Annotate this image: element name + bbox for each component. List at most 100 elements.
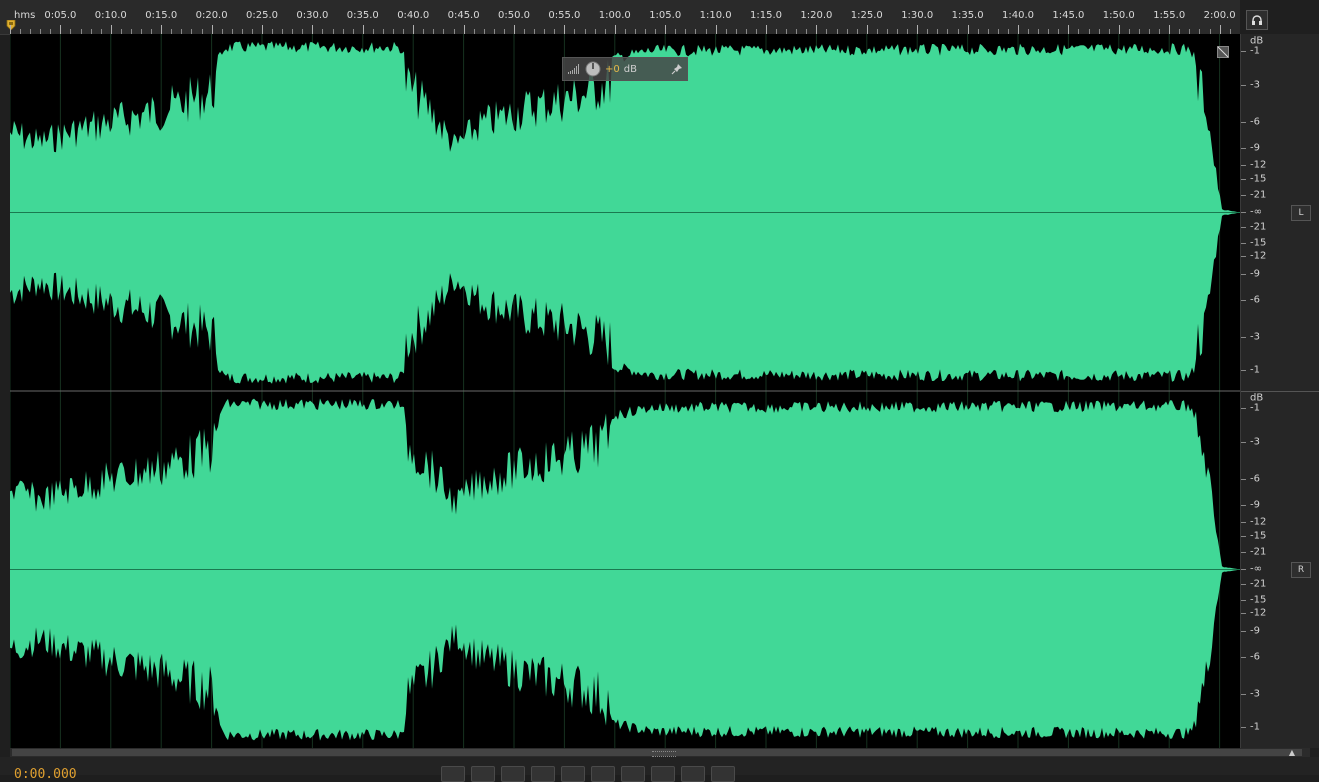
db-scale-label-right: -12	[1250, 607, 1267, 619]
db-scale-tick	[1241, 179, 1246, 180]
time-ruler[interactable]: hms 0:05.0 0:10.0 0:15.0 0:20.0 0:25.0 0:30.0…	[0, 0, 1240, 35]
db-scale-label-left: -15	[1250, 173, 1267, 185]
db-scale-tick	[1241, 584, 1246, 585]
horizontal-scrollbar[interactable]	[10, 748, 1310, 757]
ruler-tick-label: 0:15.0	[145, 10, 178, 21]
play-button[interactable]	[471, 766, 495, 782]
ruler-tick	[816, 25, 818, 34]
fast-forward-button[interactable]	[591, 766, 615, 782]
ruler-tick-label: 1:20.0	[800, 10, 833, 21]
headphones-icon	[1252, 15, 1262, 25]
ruler-tick	[1219, 25, 1221, 34]
db-scale-label-left: -6	[1250, 116, 1260, 128]
waveform-graphic	[10, 34, 1240, 748]
rewind-button[interactable]	[561, 766, 585, 782]
transport-bar: 0:00.000	[0, 757, 1319, 782]
scroll-up-icon[interactable]: ▲	[1286, 748, 1298, 757]
ruler-tick-label: 0:55.0	[548, 10, 581, 21]
ruler-tick-label: 1:15.0	[750, 10, 782, 21]
ruler-tick-label: 0:10.0	[94, 10, 127, 21]
db-scale-label-left: -12	[1250, 159, 1267, 171]
db-scale-label-left: -1	[1250, 45, 1260, 57]
pin-icon[interactable]	[671, 63, 683, 75]
zoom-out-time-icon[interactable]	[1137, 767, 1151, 777]
db-scale-tick	[1241, 657, 1246, 658]
loop-button[interactable]	[681, 766, 705, 782]
ruler-tick-label: 1:00.0	[598, 10, 631, 21]
ruler-tick-label: 1:30.0	[901, 10, 934, 21]
pause-button[interactable]	[501, 766, 525, 782]
db-scale-tick	[1241, 337, 1246, 338]
db-scale-label-right: -9	[1250, 499, 1260, 511]
db-scale-tick	[1241, 165, 1246, 166]
gain-value[interactable]: +0	[605, 64, 620, 75]
scrollbar-thumb[interactable]	[12, 749, 1302, 757]
zoom-full-icon[interactable]	[1167, 767, 1181, 777]
db-scale-tick	[1241, 227, 1246, 228]
db-scale-tick	[1241, 51, 1246, 52]
zoom-out-full-icon[interactable]	[1287, 767, 1301, 777]
ruler-tick	[1068, 25, 1070, 34]
zoom-selection-icon[interactable]	[1227, 767, 1241, 777]
playhead-marker-icon[interactable]	[6, 20, 16, 30]
ruler-tick-label: 0:05.0	[44, 10, 77, 21]
gain-knob-icon[interactable]	[585, 61, 601, 77]
db-scale-label-right: -1	[1250, 402, 1260, 414]
channel-badge-left[interactable]: L	[1291, 205, 1311, 221]
ruler-tick	[564, 25, 566, 34]
level-meter-icon	[568, 64, 579, 74]
record-button[interactable]	[651, 766, 675, 782]
ruler-tick	[10, 25, 11, 34]
db-scale-tick	[1241, 256, 1246, 257]
db-scale-label-left: -∞	[1250, 206, 1262, 218]
gain-unit: dB	[623, 63, 637, 75]
zoom-in-time-icon[interactable]	[1107, 767, 1121, 777]
db-scale-tick	[1241, 212, 1246, 213]
db-scale-tick	[1241, 148, 1246, 149]
channel-divider	[1241, 391, 1319, 392]
db-scale-label-left: -9	[1250, 142, 1260, 154]
db-scale-tick	[1241, 522, 1246, 523]
db-scale-label-left: -9	[1250, 268, 1260, 280]
skip-selection-button[interactable]	[711, 766, 735, 782]
ruler-tick-label: 1:50.0	[1102, 10, 1135, 21]
ruler-tick	[514, 25, 515, 34]
ruler-tick	[766, 25, 767, 34]
db-scale-label-left: -1	[1250, 364, 1260, 376]
db-scale-tick	[1241, 408, 1246, 409]
waveform-display[interactable]: +0 dB	[10, 34, 1240, 748]
ruler-tick-label: 1:25.0	[850, 10, 883, 21]
ruler-tick-label: 0:45.0	[447, 10, 480, 21]
skip-to-end-button[interactable]	[621, 766, 645, 782]
db-scale-label-left: -21	[1250, 189, 1267, 201]
db-scale-label-right: -6	[1250, 473, 1260, 485]
ruler-tick-label: 1:35.0	[951, 10, 984, 21]
ruler-tick	[614, 25, 616, 34]
db-scale-label-left: -12	[1250, 250, 1267, 262]
zoom-in-amplitude-icon[interactable]	[1047, 767, 1061, 777]
resize-icon[interactable]	[1217, 46, 1229, 58]
headphones-button[interactable]	[1246, 10, 1268, 30]
skip-to-start-button[interactable]	[531, 766, 555, 782]
db-scale-label-left: -15	[1250, 237, 1267, 249]
heads-up-display[interactable]: +0 dB	[562, 57, 688, 81]
stop-button[interactable]	[441, 766, 465, 782]
ruler-tick	[1118, 25, 1120, 34]
db-scale-tick	[1241, 370, 1246, 371]
zoom-in-playhead-icon[interactable]	[1197, 767, 1211, 777]
channel-badge-right[interactable]: R	[1291, 562, 1311, 578]
ruler-tick	[60, 25, 62, 34]
db-scale-tick	[1241, 442, 1246, 443]
ruler-tick-label: 1:40.0	[1002, 10, 1034, 21]
db-scale-panel: dB dB L R -1 -3 -6 -9 -12 -15 -21 -∞ -21 -15 -12 -9…	[1240, 34, 1319, 748]
ruler-tick-label: 1:10.0	[699, 10, 732, 21]
zoom-out-amplitude-icon[interactable]	[1077, 767, 1091, 777]
db-scale-tick	[1241, 195, 1246, 196]
zoom-reset-icon[interactable]	[1257, 767, 1271, 777]
db-scale-label-right: -3	[1250, 688, 1260, 700]
db-scale-tick	[1241, 600, 1246, 601]
ruler-tick	[211, 25, 213, 34]
ruler-tick	[1169, 25, 1171, 34]
ruler-tick-label: 2:00.0	[1203, 10, 1236, 21]
db-scale-label-right: -15	[1250, 530, 1267, 542]
